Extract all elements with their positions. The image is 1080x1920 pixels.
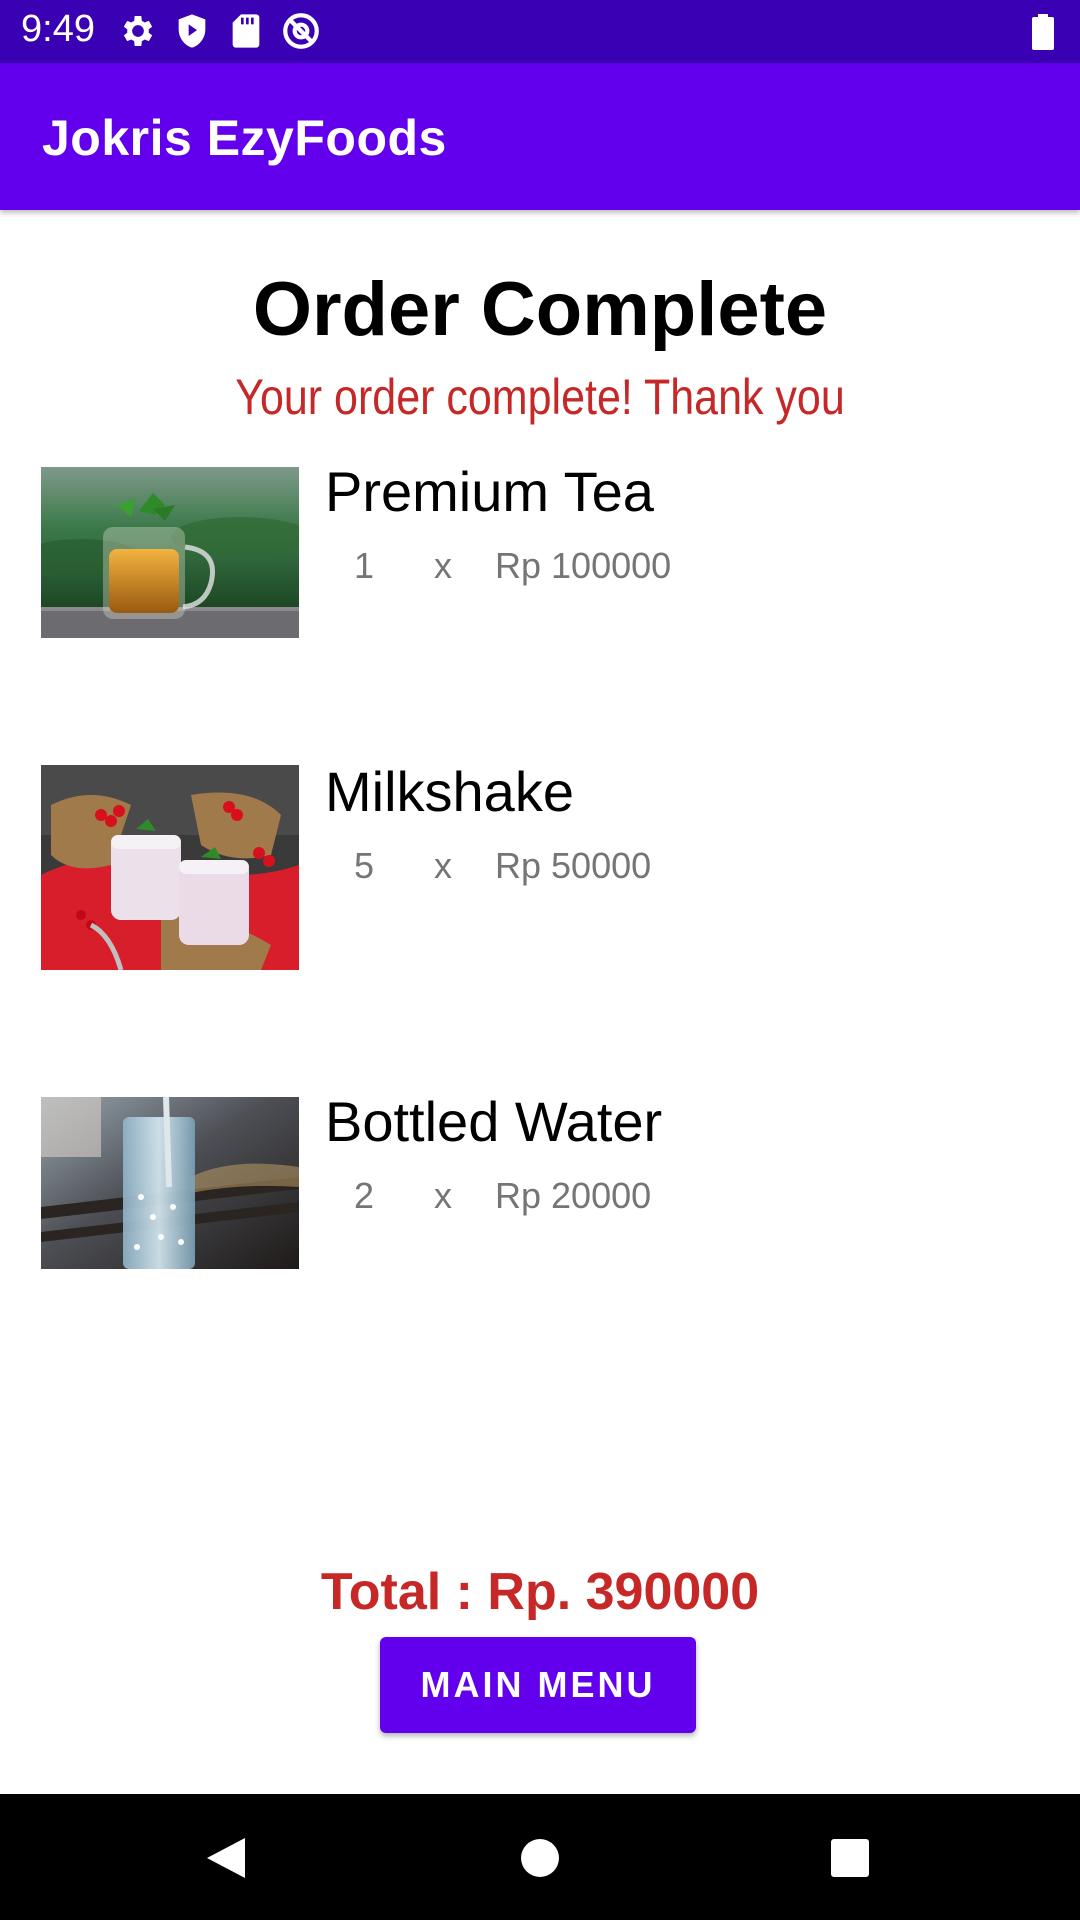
order-item: Milkshake 5 x Rp 50000: [41, 760, 1041, 975]
status-time: 9:49: [21, 8, 95, 50]
item-multiply-sign: x: [434, 845, 452, 886]
item-quantity: 5: [354, 845, 375, 886]
item-name: Premium Tea: [325, 460, 654, 523]
item-quantity: 2: [354, 1175, 375, 1216]
gear-icon: [118, 11, 158, 51]
page-subtitle: Your order complete! Thank you: [235, 369, 845, 425]
status-bar: 9:49: [0, 0, 1080, 63]
item-quantity: 1: [354, 545, 375, 586]
water-glass-photo: [41, 1097, 299, 1269]
item-name: Bottled Water: [325, 1090, 663, 1153]
item-price: Rp 20000: [495, 1175, 652, 1216]
item-price: Rp 100000: [495, 545, 672, 586]
page-title: Order Complete: [252, 267, 828, 352]
item-multiply-sign: x: [434, 1175, 452, 1216]
status-icons: [118, 10, 322, 52]
at-sign-icon: [280, 10, 322, 52]
app-title: Jokris EzyFoods: [42, 110, 447, 166]
order-item: Bottled Water 2 x Rp 20000: [41, 1090, 1041, 1277]
item-multiply-sign: x: [434, 545, 452, 586]
order-item: Premium Tea 1 x Rp 100000: [41, 460, 1041, 647]
order-total: Total : Rp. 390000: [320, 1563, 760, 1621]
app-bar: Jokris EzyFoods: [0, 63, 1080, 210]
item-price: Rp 50000: [495, 845, 652, 886]
battery-icon: [1032, 14, 1054, 55]
recents-icon[interactable]: [820, 1828, 880, 1888]
back-icon[interactable]: [196, 1828, 256, 1888]
home-icon[interactable]: [510, 1828, 570, 1888]
shield-play-icon: [172, 11, 212, 51]
main-menu-button[interactable]: MAIN MENU: [380, 1637, 696, 1733]
sd-card-icon: [226, 11, 266, 51]
navigation-bar: [0, 1794, 1080, 1920]
item-name: Milkshake: [325, 760, 574, 823]
milkshake-photo: [41, 765, 299, 970]
tea-cup-photo: [41, 467, 299, 638]
